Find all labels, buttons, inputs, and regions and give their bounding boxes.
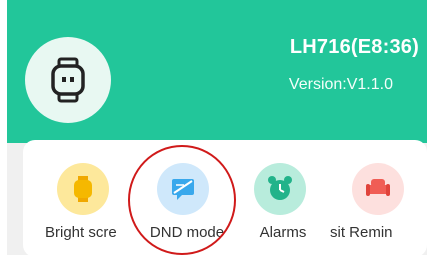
smartwatch-icon [51,57,85,103]
feature-label-text: sit Remin [330,224,393,241]
feature-label: DND mode [149,224,225,241]
bright-screen-icon [57,163,109,215]
feature-alarms[interactable]: Alarms [228,163,338,243]
feature-bright-screen[interactable]: Bright scre [30,163,140,243]
feature-sit-reminder[interactable]: ​sit Remin [330,163,440,243]
firmware-version: Version:V1.1.0 [288,76,393,93]
alarm-clock-icon [254,163,306,215]
device-avatar[interactable] [25,37,111,123]
device-name: LH716(E8:36) [289,36,419,58]
sedentary-reminder-icon [352,163,404,215]
feature-label: ​sit Remin [330,224,426,241]
feature-dnd-mode[interactable]: DND mode [132,163,242,243]
feature-label: Bright scre [45,224,117,241]
dnd-message-icon [157,163,209,215]
feature-label: Alarms [259,224,307,241]
